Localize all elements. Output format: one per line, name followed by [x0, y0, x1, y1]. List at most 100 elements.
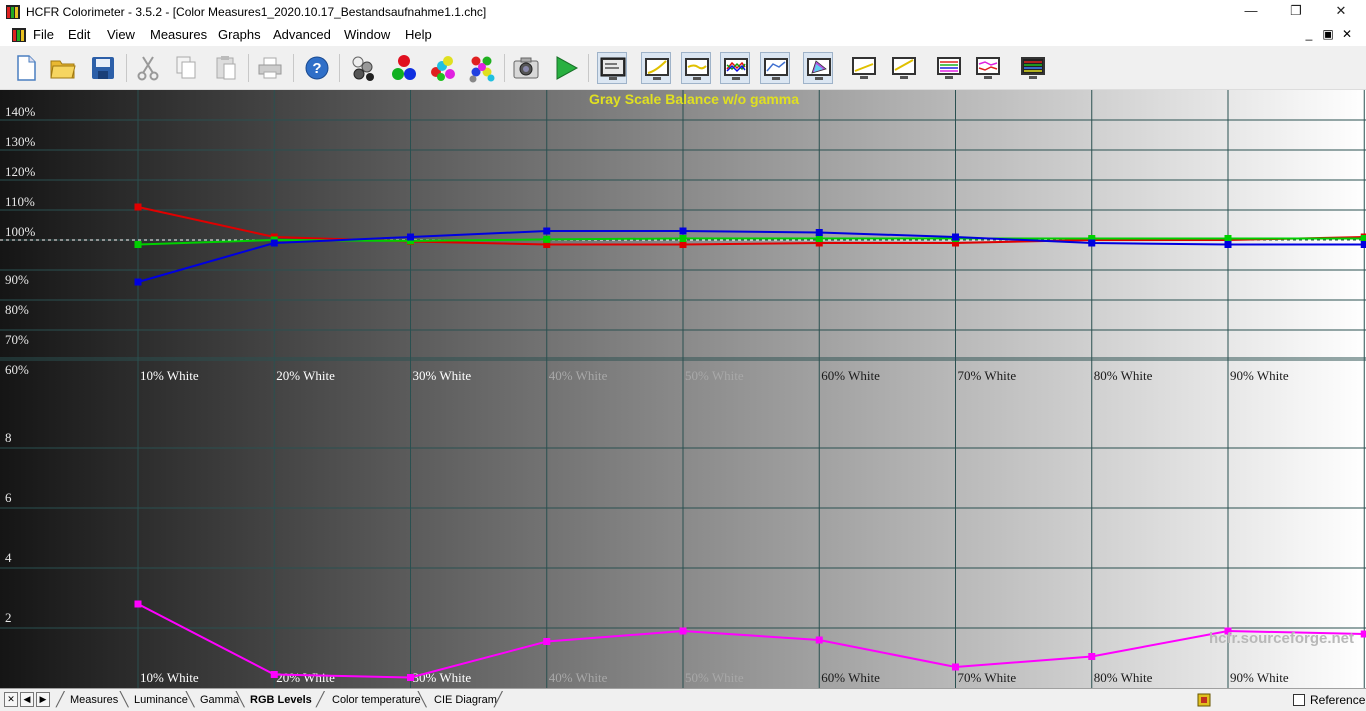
- cie-diagram-button[interactable]: [803, 52, 833, 84]
- data-point: [543, 235, 551, 243]
- x-category-label: 10% White: [140, 670, 199, 685]
- print-icon: [258, 57, 282, 79]
- color-temperature-graph-button[interactable]: [760, 52, 790, 84]
- x-category-label: 40% White: [549, 368, 608, 383]
- data-point: [1088, 239, 1096, 247]
- data-point: [407, 233, 414, 241]
- menu-graphs[interactable]: Graphs: [218, 27, 261, 42]
- menu-view[interactable]: View: [107, 27, 135, 42]
- x-category-label: 60% White: [821, 670, 880, 685]
- measure-all-colors-icon: [469, 56, 495, 83]
- new-file-button[interactable]: [11, 52, 41, 84]
- measure-gray-button[interactable]: [348, 52, 378, 84]
- data-point: [134, 203, 142, 211]
- copy-button[interactable]: [171, 52, 201, 84]
- data-point: [270, 671, 278, 678]
- data-point: [1360, 630, 1366, 638]
- minimize-button[interactable]: —: [1228, 0, 1274, 24]
- mdi-minimize-button[interactable]: _: [1303, 27, 1315, 41]
- y-tick-label: 120%: [5, 164, 36, 179]
- copy-icon: [176, 56, 196, 79]
- x-category-label: 60% White: [821, 368, 880, 383]
- status-indicator-icon: [1197, 693, 1211, 707]
- tab-color-temperature[interactable]: Color temperature: [332, 692, 421, 709]
- measure-gray-icon: [352, 56, 374, 81]
- menu-bar: File Edit View Measures Graphs Advanced …: [0, 24, 1366, 46]
- help-button[interactable]: ?: [302, 52, 332, 84]
- y-tick-label: 70%: [5, 332, 29, 347]
- menu-measures[interactable]: Measures: [150, 27, 207, 42]
- data-point: [407, 674, 414, 681]
- tab-measures[interactable]: Measures: [70, 692, 118, 709]
- menu-file[interactable]: File: [33, 27, 54, 42]
- document-icon[interactable]: [12, 28, 26, 42]
- camera-button[interactable]: [511, 52, 541, 84]
- watermark-text: hcfr.sourceforge.net: [1209, 630, 1354, 647]
- y-tick-label: 2: [5, 610, 12, 625]
- near-black-graph-icon: [852, 57, 876, 79]
- color-temperature-graph-icon: [764, 58, 788, 80]
- y-tick-label: 140%: [5, 104, 36, 119]
- data-point: [679, 241, 687, 248]
- tab-scroll-right-button[interactable]: ▶: [36, 692, 50, 707]
- data-point: [679, 627, 687, 635]
- window-title: HCFR Colorimeter - 3.5.2 - [Color Measur…: [26, 5, 487, 19]
- data-point: [952, 233, 959, 241]
- paste-button[interactable]: [211, 52, 241, 84]
- measure-all-colors-button[interactable]: [467, 52, 497, 84]
- data-point: [1224, 235, 1232, 242]
- menu-help[interactable]: Help: [405, 27, 432, 42]
- save-button[interactable]: [88, 52, 118, 84]
- tab-scroll-left-button[interactable]: ◀: [20, 692, 34, 707]
- measure-primaries-button[interactable]: [389, 52, 419, 84]
- chart-area: 140% 130% 120% 110% 100% 90% 80% 70% 60% 8 6 4 2 10% …: [0, 90, 1366, 688]
- measures-grid-icon: [1021, 57, 1045, 79]
- measure-primaries-icon: [392, 55, 416, 80]
- x-category-label: 20% White: [276, 670, 335, 685]
- y-tick-label: 80%: [5, 302, 29, 317]
- x-category-label: 70% White: [958, 670, 1017, 685]
- rgb-levels-graph-icon: [724, 58, 748, 80]
- menu-window[interactable]: Window: [344, 27, 390, 42]
- luminance-graph-button[interactable]: [641, 52, 671, 84]
- chart-title: Gray Scale Balance w/o gamma: [589, 91, 799, 107]
- near-white-graph-icon: [892, 57, 916, 79]
- print-button[interactable]: [255, 52, 285, 84]
- cut-icon: [137, 56, 159, 81]
- data-point: [1360, 235, 1366, 242]
- tab-cie-diagram[interactable]: CIE Diagram: [434, 692, 497, 709]
- measures-grid-button[interactable]: [1018, 52, 1048, 84]
- rgb-levels-chart: 140% 130% 120% 110% 100% 90% 80% 70% 60% 8 6 4 2 10% …: [0, 90, 1366, 688]
- mdi-close-button[interactable]: ✕: [1341, 27, 1353, 41]
- x-category-label: 50% White: [685, 670, 744, 685]
- data-point: [679, 227, 687, 235]
- menu-edit[interactable]: Edit: [68, 27, 90, 42]
- menu-advanced[interactable]: Advanced: [273, 27, 331, 42]
- data-point: [815, 636, 823, 644]
- maximize-button[interactable]: ❐: [1273, 0, 1319, 24]
- y-tick-label: 100%: [5, 224, 36, 239]
- near-white-graph-button[interactable]: [889, 52, 919, 84]
- display-view-button[interactable]: [597, 52, 627, 84]
- data-point: [134, 600, 142, 608]
- saturation-luminance-graph-button[interactable]: [934, 52, 964, 84]
- near-black-graph-button[interactable]: [849, 52, 879, 84]
- y-tick-label: 60%: [5, 362, 29, 377]
- tab-luminance[interactable]: Luminance: [134, 692, 188, 709]
- open-button[interactable]: [48, 52, 78, 84]
- gamma-graph-icon: [685, 58, 709, 80]
- mdi-restore-button[interactable]: ▣: [1322, 27, 1334, 41]
- gamma-graph-button[interactable]: [681, 52, 711, 84]
- close-view-button[interactable]: ✕: [4, 692, 18, 707]
- rgb-levels-graph-button[interactable]: [720, 52, 750, 84]
- saturation-shift-graph-button[interactable]: [973, 52, 1003, 84]
- close-button[interactable]: ✕: [1318, 0, 1364, 24]
- data-point: [1088, 653, 1096, 660]
- tab-rgb-levels[interactable]: RGB Levels: [250, 692, 312, 709]
- reference-checkbox[interactable]: [1293, 694, 1305, 706]
- cut-button[interactable]: [133, 52, 163, 84]
- tab-gamma[interactable]: Gamma: [200, 692, 239, 709]
- data-point: [134, 278, 142, 286]
- measure-secondaries-button[interactable]: [428, 52, 458, 84]
- play-button[interactable]: [551, 52, 581, 84]
